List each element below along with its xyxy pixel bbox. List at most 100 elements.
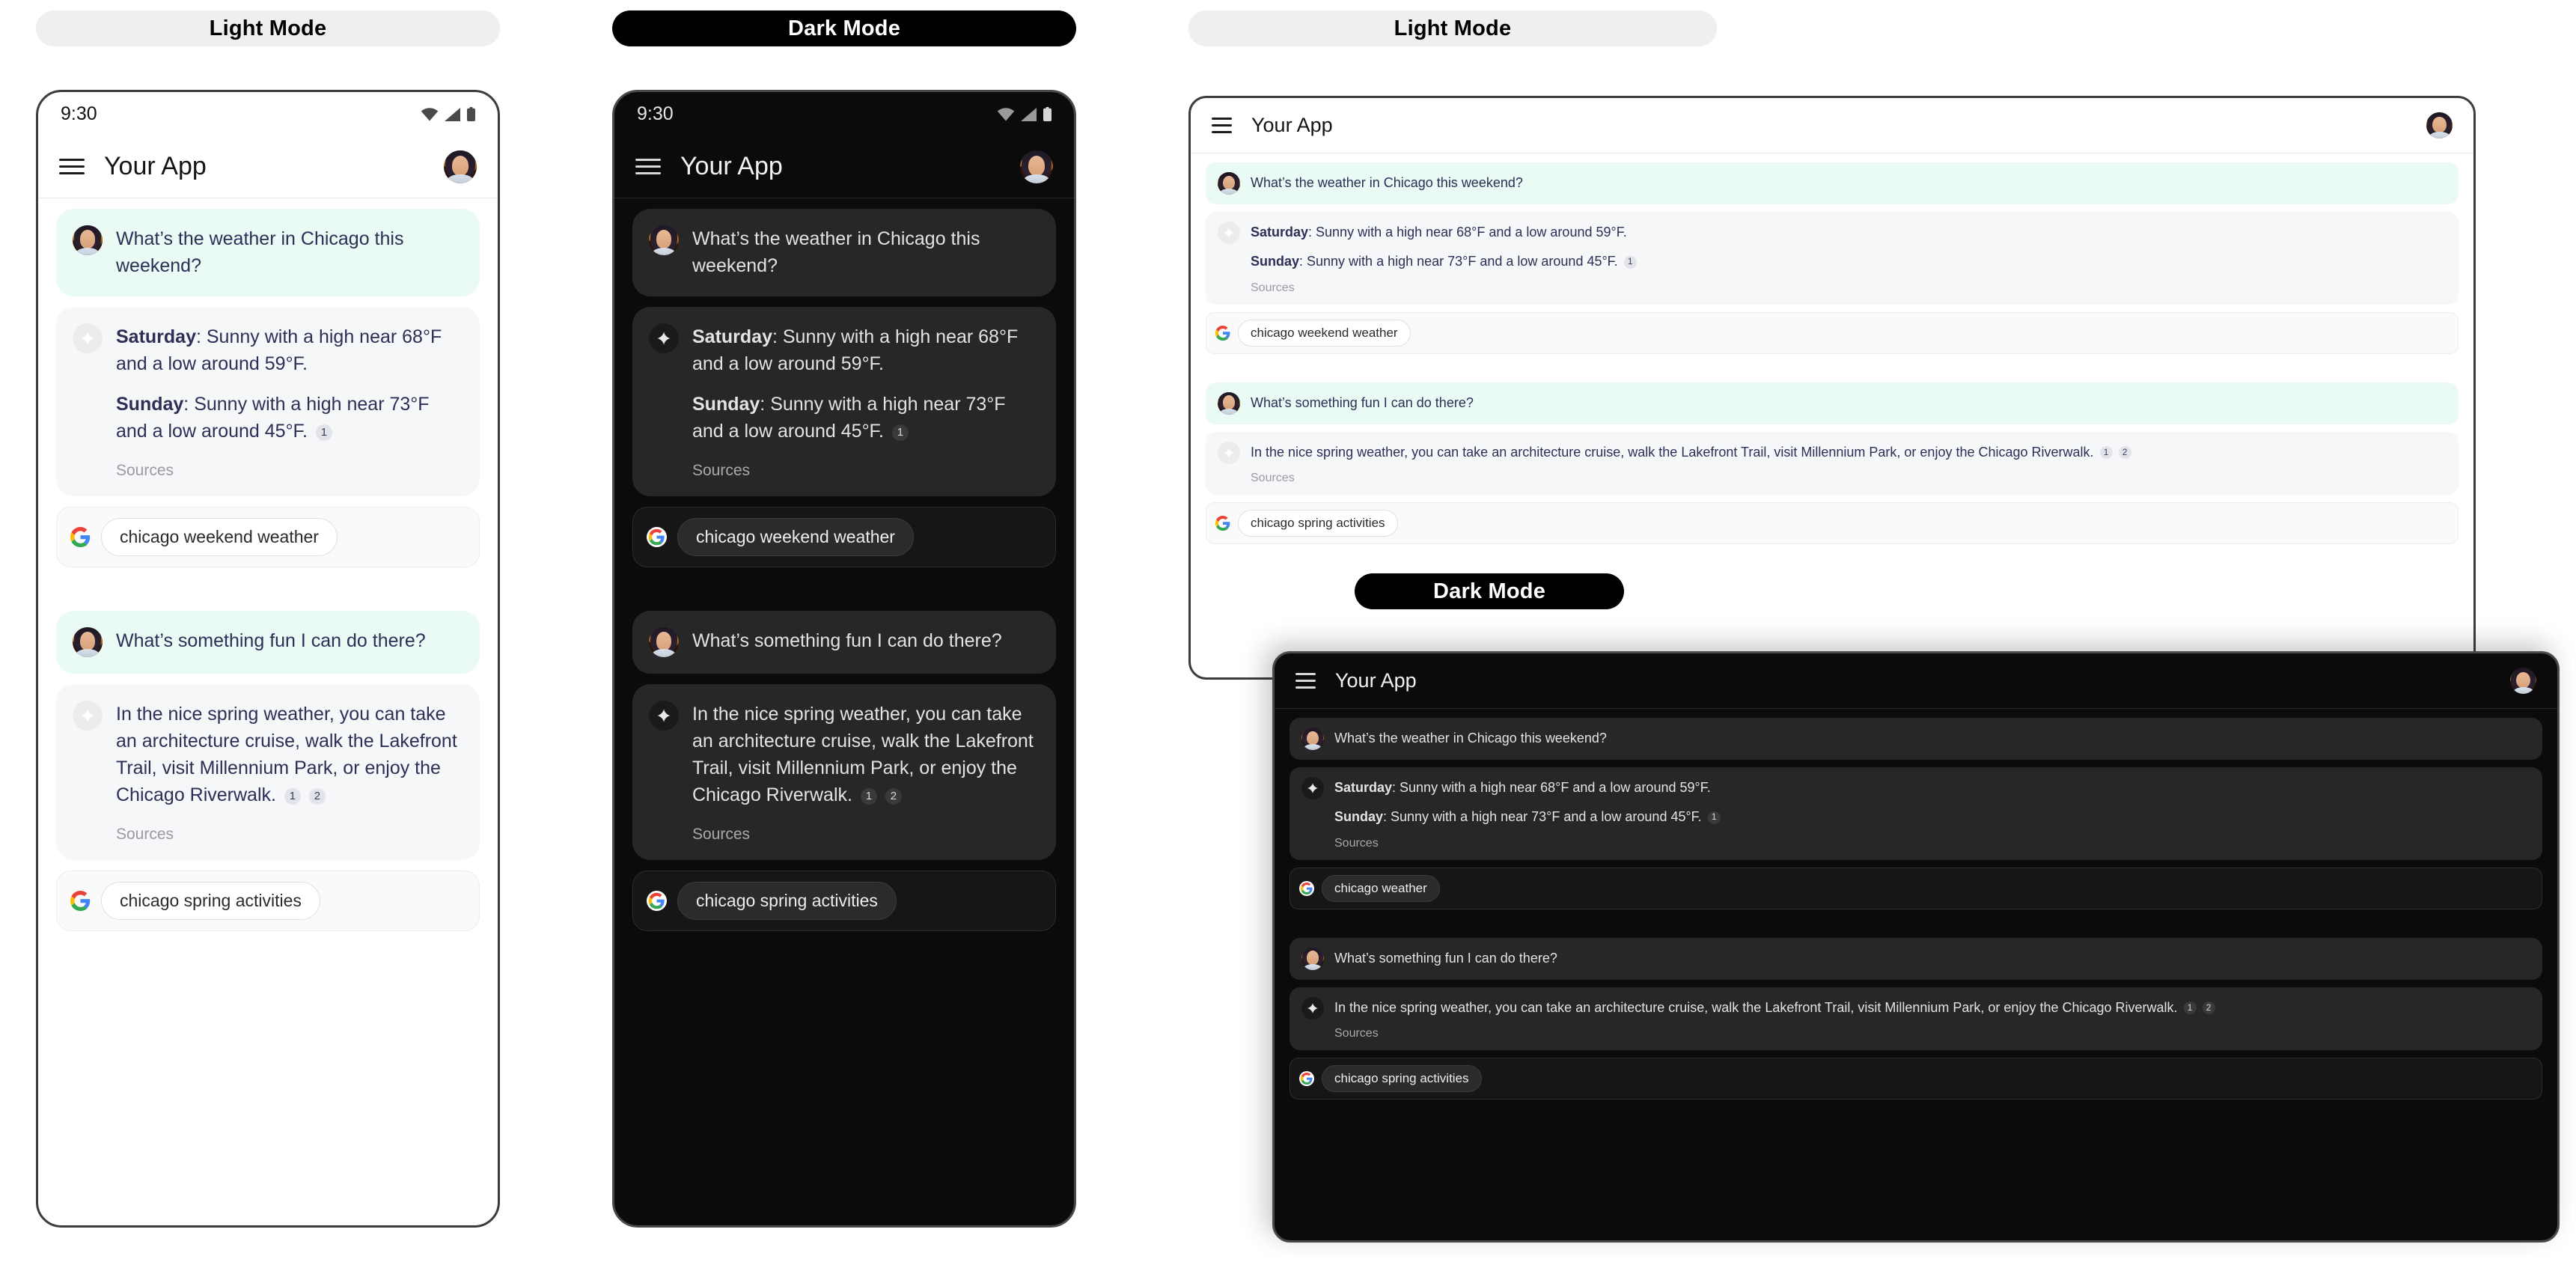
sparkle-icon <box>73 700 103 731</box>
avatar <box>73 225 103 255</box>
citation-badge[interactable]: 1 <box>2183 1002 2197 1015</box>
assistant-line-sunday: Sunday: Sunny with a high near 73°F and … <box>1334 806 1721 828</box>
sparkle-icon <box>1218 222 1240 244</box>
search-chip-spring-activities[interactable]: chicago spring activities <box>677 881 897 920</box>
sources-label[interactable]: Sources <box>692 462 1040 480</box>
sunday-label: Sunday <box>116 394 184 415</box>
assistant-message: In the nice spring weather, you can take… <box>56 683 480 860</box>
avatar <box>73 627 103 657</box>
search-chip-row[interactable]: chicago weather <box>1289 867 2542 909</box>
user-message-text: What’s something fun I can do there? <box>116 630 426 651</box>
mode-label-light-tablet: Light Mode <box>1188 10 1717 46</box>
avatar[interactable] <box>1020 150 1053 183</box>
assistant-message: In the nice spring weather, you can take… <box>1206 431 2459 496</box>
page-title: Your App <box>104 152 207 180</box>
google-logo-icon <box>70 890 91 911</box>
sources-label[interactable]: Sources <box>1251 281 1637 295</box>
assistant-line-sunday: Sunday: Sunny with a high near 73°F and … <box>1251 251 1637 272</box>
user-message: What’s something fun I can do there? <box>1206 382 2459 424</box>
avatar[interactable] <box>444 150 477 183</box>
mode-label-dark-phone: Dark Mode <box>612 10 1076 46</box>
search-chip-spring-activities[interactable]: chicago spring activities <box>101 881 320 920</box>
search-chip-spring-activities[interactable]: chicago spring activities <box>1322 1065 1482 1093</box>
app-bar: Your App <box>614 135 1074 198</box>
phone-dark-device: 9:30 Your App What’s the weather in Chic… <box>612 90 1076 1228</box>
hamburger-menu-icon[interactable] <box>1212 118 1232 133</box>
citation-badge[interactable]: 1 <box>1707 811 1721 824</box>
google-logo-icon <box>647 890 667 911</box>
page-title: Your App <box>1335 669 1417 692</box>
battery-icon <box>1043 106 1052 121</box>
google-logo-icon <box>70 526 91 547</box>
search-chip-row[interactable]: chicago weekend weather <box>632 506 1056 567</box>
citation-badge[interactable]: 1 <box>315 424 332 441</box>
cellular-signal-icon <box>1021 107 1037 121</box>
sparkle-icon <box>649 323 679 353</box>
hamburger-menu-icon[interactable] <box>635 159 661 174</box>
search-chip-chicago-weather[interactable]: chicago weather <box>1322 874 1440 902</box>
citation-badge[interactable]: 1 <box>2099 446 2113 460</box>
assistant-message: Saturday: Sunny with a high near 68°F an… <box>632 306 1056 496</box>
conversation-list[interactable]: What’s the weather in Chicago this weeke… <box>1191 153 2473 561</box>
google-logo-icon <box>1299 880 1314 896</box>
assistant-activities-text-wrap: In the nice spring weather, you can take… <box>116 701 463 809</box>
conversation-list[interactable]: What’s the weather in Chicago this weeke… <box>1275 709 2557 1116</box>
citation-badge[interactable]: 2 <box>2202 1002 2215 1015</box>
status-time: 9:30 <box>61 103 97 124</box>
sources-label[interactable]: Sources <box>1334 1027 2215 1040</box>
app-bar: Your App <box>38 135 498 198</box>
sources-label[interactable]: Sources <box>692 826 1040 844</box>
conversation-list[interactable]: What’s the weather in Chicago this weeke… <box>614 198 1074 952</box>
user-message: What’s the weather in Chicago this weeke… <box>632 209 1056 296</box>
user-message: What’s something fun I can do there? <box>1289 937 2542 980</box>
avatar <box>649 225 679 255</box>
sources-label[interactable]: Sources <box>116 462 463 480</box>
status-bar: 9:30 <box>38 92 498 135</box>
search-chip-row[interactable]: chicago spring activities <box>632 870 1056 931</box>
avatar[interactable] <box>2510 668 2536 694</box>
saturday-label: Saturday <box>692 326 772 347</box>
sunday-text: : Sunny with a high near 73°F and a low … <box>1383 808 1702 824</box>
assistant-activities-text-wrap: In the nice spring weather, you can take… <box>1251 442 2131 463</box>
sunday-label: Sunday <box>1334 808 1384 824</box>
search-chip-weekend-weather[interactable]: chicago weekend weather <box>1238 319 1411 347</box>
google-logo-icon <box>1215 516 1230 531</box>
user-message: What’s something fun I can do there? <box>56 610 480 674</box>
citation-badge[interactable]: 1 <box>891 424 909 441</box>
citation-badge[interactable]: 1 <box>1623 255 1637 269</box>
search-chip-row[interactable]: chicago spring activities <box>1206 502 2459 545</box>
sources-label[interactable]: Sources <box>1251 472 2131 485</box>
citation-badge[interactable]: 2 <box>308 787 326 805</box>
sparkle-icon <box>1301 996 1324 1019</box>
hamburger-menu-icon[interactable] <box>59 159 85 174</box>
sunday-text: : Sunny with a high near 73°F and a low … <box>1299 253 1618 269</box>
avatar[interactable] <box>2426 112 2453 138</box>
search-chip-row[interactable]: chicago weekend weather <box>56 506 480 567</box>
user-message-text: What’s something fun I can do there? <box>1334 950 1557 966</box>
citation-badge[interactable]: 2 <box>885 787 902 805</box>
phone-light-device: 9:30 Your App What’s the weather in Chic… <box>36 90 500 1228</box>
wifi-icon <box>421 107 439 121</box>
citation-badge[interactable]: 1 <box>860 787 877 805</box>
search-chip-spring-activities[interactable]: chicago spring activities <box>1238 510 1398 537</box>
hamburger-menu-icon[interactable] <box>1295 673 1316 689</box>
sources-label[interactable]: Sources <box>116 826 463 844</box>
status-icons <box>421 106 475 121</box>
sources-label[interactable]: Sources <box>1334 837 1721 850</box>
conversation-list[interactable]: What’s the weather in Chicago this weeke… <box>38 198 498 952</box>
avatar <box>1218 172 1240 195</box>
search-chip-row[interactable]: chicago weekend weather <box>1206 311 2459 354</box>
search-chip-row[interactable]: chicago spring activities <box>56 870 480 931</box>
user-message-text: What’s the weather in Chicago this weeke… <box>692 228 980 277</box>
search-chip-weekend-weather[interactable]: chicago weekend weather <box>101 517 338 556</box>
search-chip-weekend-weather[interactable]: chicago weekend weather <box>677 517 914 556</box>
wifi-icon <box>997 107 1015 121</box>
search-chip-row[interactable]: chicago spring activities <box>1289 1058 2542 1100</box>
battery-icon <box>467 106 475 121</box>
sparkle-icon <box>73 323 103 353</box>
citation-badge[interactable]: 1 <box>284 787 301 805</box>
sunday-label: Sunday <box>1251 253 1300 269</box>
citation-badge[interactable]: 2 <box>2118 446 2131 460</box>
